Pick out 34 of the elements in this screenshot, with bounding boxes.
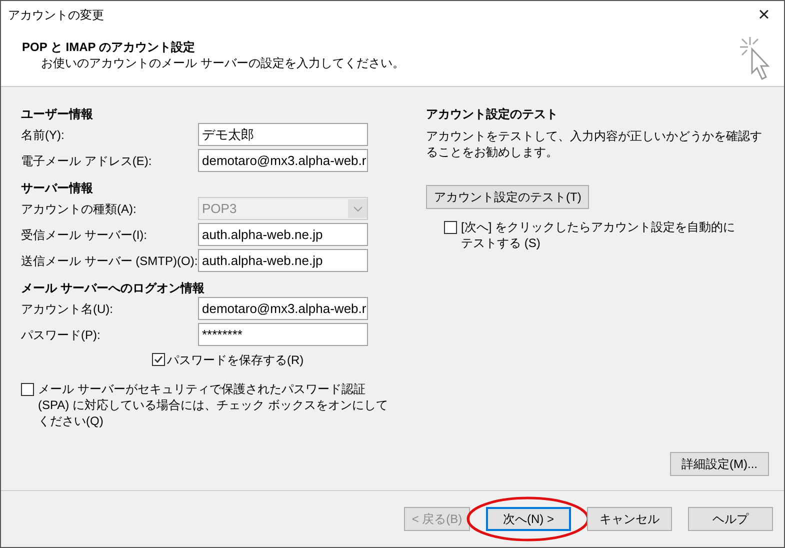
field-label: アカウントの種類(A): — [21, 200, 138, 218]
close-button[interactable]: × — [744, 1, 784, 29]
field-label: アカウント名(U): — [21, 300, 114, 318]
section-title: サーバー情報 — [21, 180, 94, 196]
dialog-button[interactable]: ヘルプ — [688, 507, 773, 531]
text-field[interactable]: demotaro@mx3.alpha-web.r — [198, 149, 368, 172]
text-field[interactable]: auth.alpha-web.ne.jp — [198, 223, 368, 246]
test-account-button[interactable]: アカウント設定のテスト(T) — [426, 185, 590, 209]
field-label: 名前(Y): — [21, 126, 66, 144]
checkbox-label: [次へ] をクリックしたらアカウント設定を自動的にテストする (S) — [461, 219, 736, 251]
section-title: メール サーバーへのログオン情報 — [21, 280, 206, 296]
text-field[interactable]: demotaro@mx3.alpha-web.r — [198, 297, 368, 320]
window-title: アカウントの変更 — [8, 7, 104, 24]
field-label: 受信メール サーバー(I): — [21, 226, 148, 244]
section-title: アカウント設定のテスト — [426, 106, 559, 122]
dialog-button[interactable]: キャンセル — [587, 507, 672, 531]
field-label: 送信メール サーバー (SMTP)(O): — [21, 252, 198, 270]
header-subtitle: お使いのアカウントのメール サーバーの設定を入力してください。 — [40, 55, 404, 71]
advanced-settings-button[interactable]: 詳細設定(M)... — [670, 452, 769, 476]
checkbox[interactable] — [444, 221, 457, 234]
header-title: POP と IMAP のアカウント設定 — [22, 39, 196, 55]
text-field[interactable]: デモ太郎 — [198, 123, 368, 146]
description-text: アカウントをテストして、入力内容が正しいかどうかを確認することをお勧めします。 — [426, 128, 763, 160]
text-field[interactable]: auth.alpha-web.ne.jp — [198, 249, 368, 272]
field-label: 電子メール アドレス(E): — [21, 152, 153, 170]
text-field[interactable]: ******** — [198, 323, 368, 346]
checkbox[interactable] — [21, 383, 34, 396]
chevron-down-icon — [348, 199, 367, 218]
section-title: ユーザー情報 — [21, 106, 94, 122]
checkbox[interactable] — [152, 353, 165, 366]
checkbox-label: メール サーバーがセキュリティで保護されたパスワード認証 (SPA) に対応している場合には、チェック ボックスをオンにしてください(Q) — [38, 381, 389, 429]
dialog-button[interactable]: 次へ(N) > — [486, 507, 571, 531]
field-label: パスワード(P): — [21, 326, 102, 344]
checkbox-label: パスワードを保存する(R) — [167, 352, 304, 369]
